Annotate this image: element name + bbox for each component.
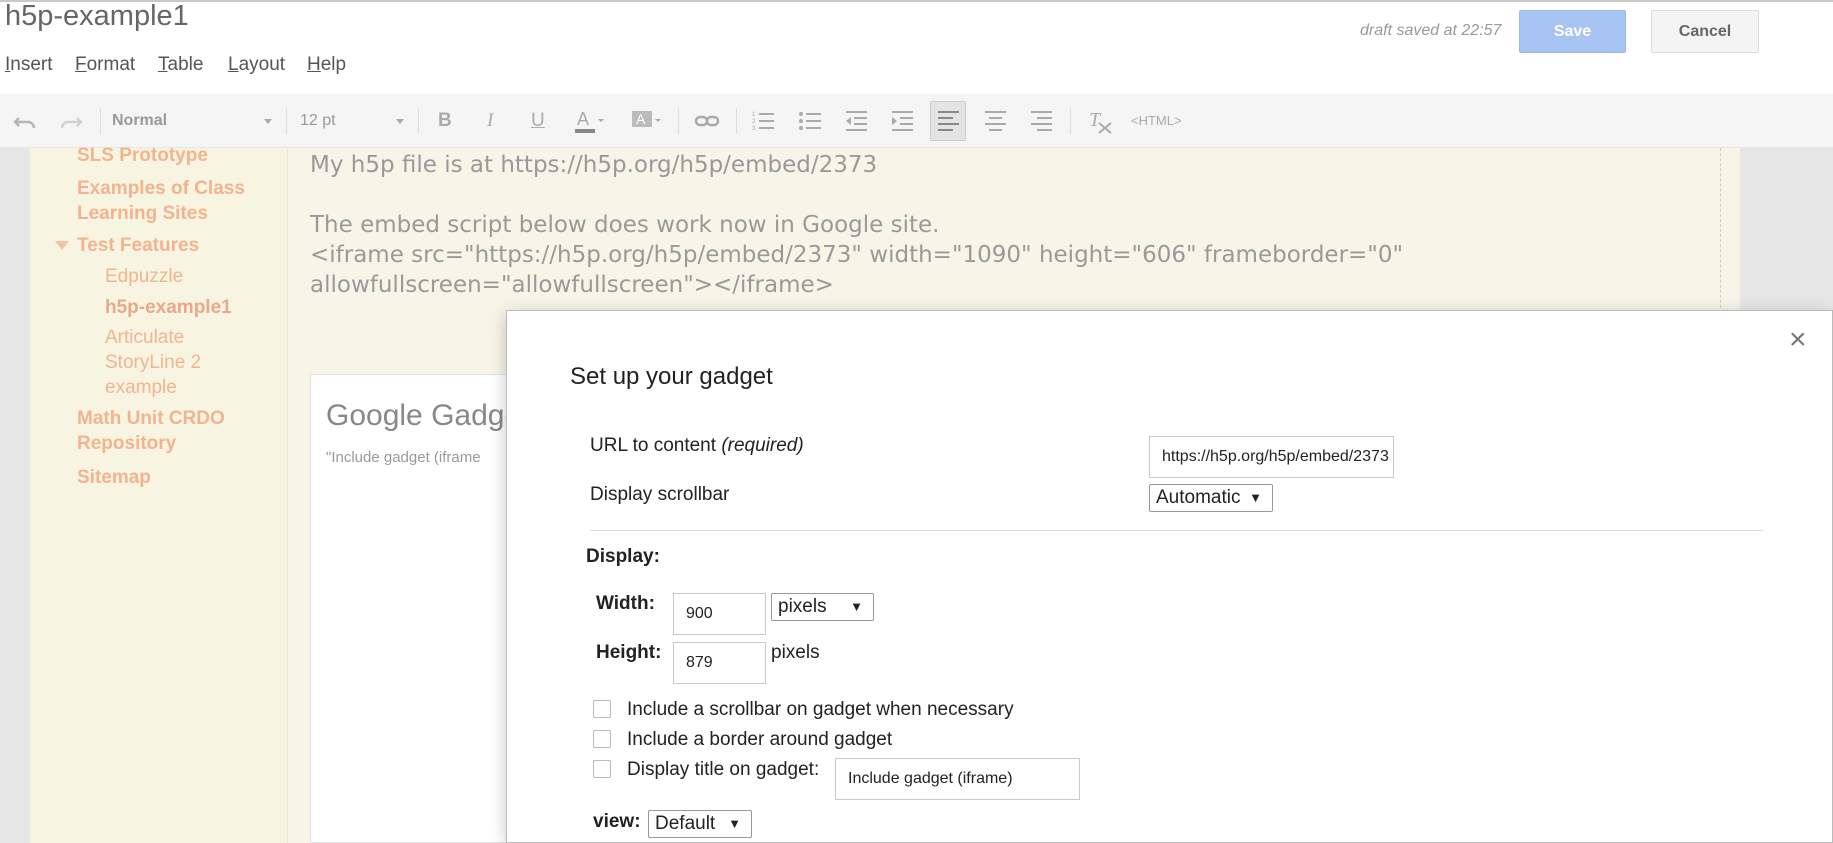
scrollbar-checkbox[interactable] — [593, 700, 611, 718]
display-heading: Display: — [586, 546, 660, 567]
draft-status: draft saved at 22:57 — [1360, 22, 1502, 39]
chevron-down-icon: ▼ — [1249, 490, 1262, 505]
highlight-color-icon[interactable]: A — [630, 108, 662, 134]
width-input[interactable]: 900 — [673, 593, 766, 635]
clear-formatting-icon[interactable]: T — [1086, 108, 1114, 134]
border-checkbox-label[interactable]: Include a border around gadget — [627, 729, 892, 751]
chevron-down-icon — [264, 119, 272, 124]
menu-format[interactable]: Format — [75, 54, 135, 76]
editor-toolbar: Normal 12 pt B I U A A 123 T <HTML> — [0, 94, 1833, 148]
content-line[interactable]: My h5p file is at https://h5p.org/h5p/em… — [310, 150, 877, 180]
title-checkbox-label[interactable]: Display title on gadget: — [627, 759, 819, 781]
gadget-placeholder-subtitle: "Include gadget (iframe — [326, 449, 481, 466]
page-title: h5p-example1 — [5, 0, 189, 32]
sidebar-item-articulate[interactable]: Articulate StoryLine 2 example — [105, 325, 235, 400]
height-input[interactable]: 879 — [673, 642, 766, 684]
decrease-indent-icon[interactable] — [843, 108, 869, 134]
gadget-setup-dialog: × Set up your gadget URL to content (req… — [506, 310, 1833, 843]
width-label: Width: — [596, 593, 655, 614]
underline-icon[interactable]: U — [531, 108, 545, 134]
svg-text:T: T — [1089, 109, 1102, 131]
toolbar-separator — [286, 108, 287, 134]
numbered-list-icon[interactable]: 123 — [750, 108, 776, 134]
scrollbar-checkbox-label[interactable]: Include a scrollbar on gadget when neces… — [627, 699, 1014, 721]
text-color-icon[interactable]: A — [573, 108, 605, 134]
chevron-down-icon: ▼ — [850, 599, 863, 614]
sidebar-item-sls-prototype[interactable]: SLS Prototype — [77, 143, 208, 168]
html-button[interactable]: <HTML> — [1131, 108, 1182, 134]
gadget-title-input[interactable]: Include gadget (iframe) — [835, 758, 1080, 800]
title-checkbox[interactable] — [593, 760, 611, 778]
dialog-divider — [590, 530, 1763, 531]
url-input[interactable]: https://h5p.org/h5p/embed/2373 — [1149, 436, 1394, 478]
display-scrollbar-label: Display scrollbar — [590, 484, 730, 505]
toolbar-separator — [1070, 108, 1071, 134]
font-size-select[interactable]: 12 pt — [300, 108, 404, 134]
sidebar-item-examples[interactable]: Examples of Class Learning Sites — [77, 176, 267, 226]
height-unit-label: pixels — [771, 642, 820, 663]
page-margin-left — [0, 148, 30, 843]
svg-text:A: A — [577, 109, 589, 129]
align-left-icon[interactable] — [930, 101, 966, 141]
sidebar-item-test-features[interactable]: Test Features — [77, 233, 199, 258]
font-size-select-value: 12 pt — [300, 112, 336, 129]
content-line[interactable]: <iframe src="https://h5p.org/h5p/embed/2… — [310, 240, 1403, 270]
bold-icon[interactable]: B — [438, 108, 452, 134]
increase-indent-icon[interactable] — [889, 108, 915, 134]
width-unit-value: pixels — [778, 596, 827, 617]
close-icon[interactable]: × — [1789, 325, 1807, 355]
content-line[interactable]: The embed script below does work now in … — [310, 210, 939, 240]
content-margin-guide — [1720, 148, 1721, 308]
toolbar-separator — [736, 108, 737, 134]
toolbar-separator — [100, 108, 101, 134]
window-top-border — [0, 0, 1833, 3]
style-select-value: Normal — [112, 112, 168, 129]
menu-insert[interactable]: Insert — [5, 54, 53, 76]
align-center-icon[interactable] — [982, 108, 1008, 134]
menu-layout[interactable]: Layout — [228, 54, 285, 76]
undo-icon[interactable] — [12, 108, 38, 134]
dialog-title: Set up your gadget — [570, 363, 773, 390]
width-unit-select[interactable]: pixels ▼ — [771, 593, 874, 621]
svg-text:A: A — [636, 111, 646, 127]
style-select[interactable]: Normal — [112, 108, 272, 134]
chevron-down-icon: ▼ — [728, 816, 741, 831]
toolbar-separator — [678, 108, 679, 134]
expand-triangle-icon[interactable] — [55, 241, 69, 250]
view-select[interactable]: Default ▼ — [648, 810, 752, 838]
cancel-button[interactable]: Cancel — [1651, 10, 1759, 53]
gadget-placeholder-title: Google Gadge — [326, 399, 522, 432]
border-checkbox[interactable] — [593, 730, 611, 748]
content-line[interactable]: allowfullscreen="allowfullscreen"></ifra… — [310, 270, 834, 300]
svg-text:2: 2 — [752, 119, 756, 125]
height-label: Height: — [596, 642, 662, 663]
menu-table[interactable]: Table — [158, 54, 203, 76]
svg-text:1: 1 — [752, 112, 756, 118]
sidebar-item-sitemap[interactable]: Sitemap — [77, 465, 151, 490]
menu-help[interactable]: Help — [307, 54, 346, 76]
chevron-down-icon — [396, 119, 404, 124]
url-label-text: URL to content — [590, 435, 717, 456]
link-icon[interactable] — [693, 108, 721, 134]
display-scrollbar-select[interactable]: Automatic ▼ — [1149, 484, 1273, 512]
toolbar-separator — [418, 108, 419, 134]
display-scrollbar-value: Automatic — [1156, 487, 1241, 508]
sidebar-item-math-unit[interactable]: Math Unit CRDO Repository — [77, 406, 267, 456]
bullet-list-icon[interactable] — [797, 108, 823, 134]
url-required-note: (required) — [721, 435, 804, 456]
sidebar-item-h5p-example1[interactable]: h5p-example1 — [105, 295, 232, 320]
view-select-value: Default — [655, 813, 716, 834]
save-button[interactable]: Save — [1519, 10, 1626, 53]
align-right-icon[interactable] — [1028, 108, 1054, 134]
svg-text:3: 3 — [752, 126, 756, 132]
url-label: URL to content (required) — [590, 435, 804, 457]
view-label: view: — [593, 811, 641, 832]
italic-icon[interactable]: I — [487, 108, 493, 134]
sidebar-item-edpuzzle[interactable]: Edpuzzle — [105, 264, 183, 289]
redo-icon[interactable] — [58, 108, 84, 134]
